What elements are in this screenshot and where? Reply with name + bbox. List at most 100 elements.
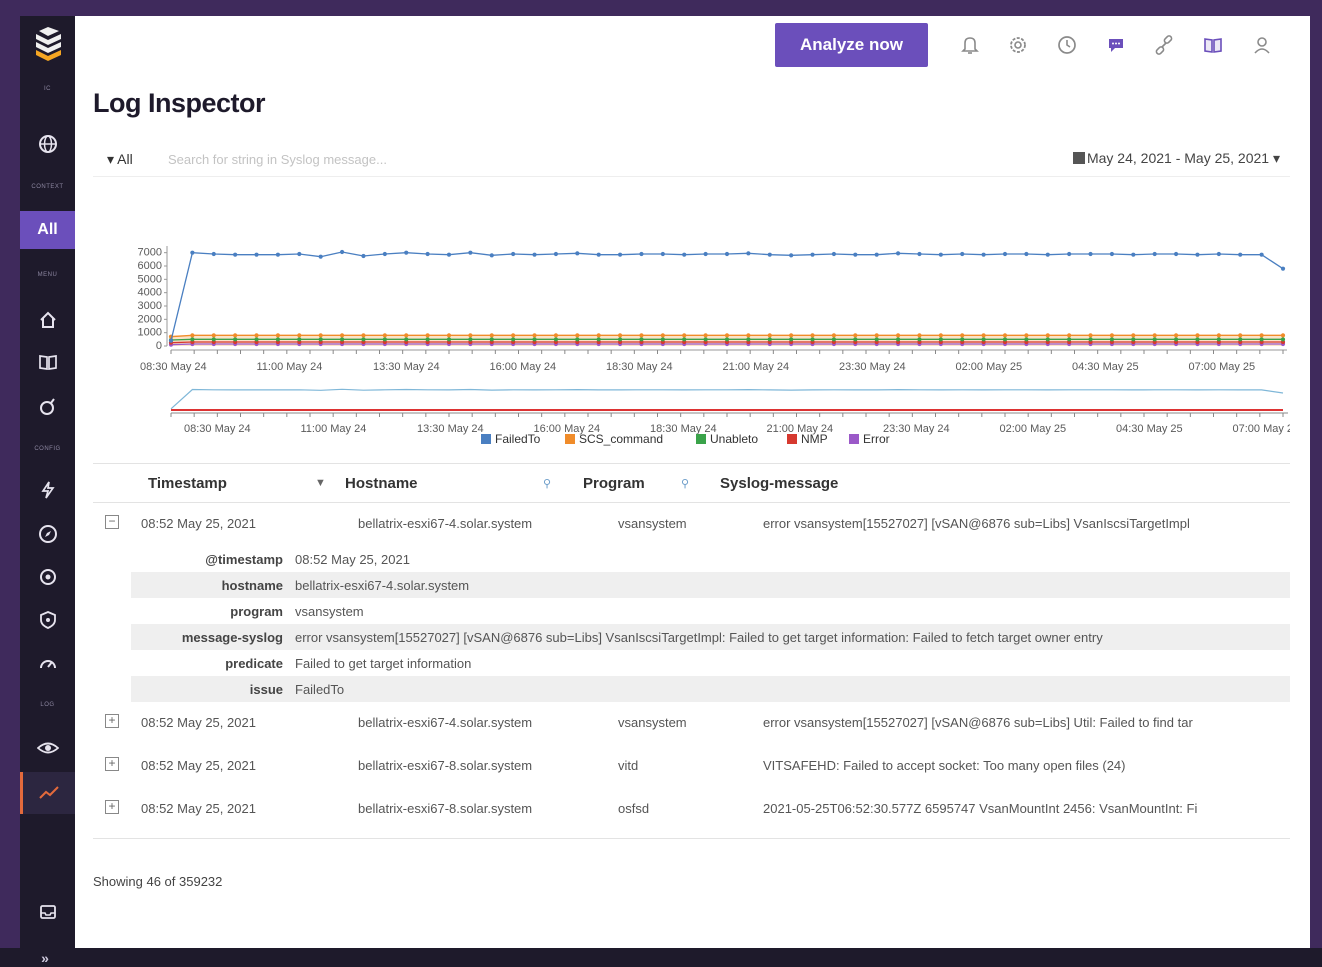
sidebar-item-inbox[interactable]: [20, 898, 75, 926]
link-icon[interactable]: [1153, 34, 1175, 56]
user-icon[interactable]: [1251, 34, 1273, 56]
data-point-SCS_command[interactable]: [917, 333, 922, 338]
data-point-Unableto[interactable]: [1216, 337, 1221, 342]
data-point-SCS_command[interactable]: [1152, 333, 1157, 338]
data-point-FailedTo[interactable]: [724, 251, 730, 257]
data-point-SCS_command[interactable]: [1002, 333, 1008, 338]
data-point-SCS_command[interactable]: [596, 333, 601, 338]
table-row[interactable]: + 08:52 May 25, 2021 bellatrix-esxi67-4.…: [93, 702, 1290, 745]
data-point-Unableto[interactable]: [511, 337, 516, 342]
book-icon[interactable]: [1202, 34, 1224, 56]
data-point-FailedTo[interactable]: [767, 252, 772, 257]
data-point-Unableto[interactable]: [1067, 337, 1072, 342]
data-point-Unableto[interactable]: [853, 337, 858, 342]
data-point-FailedTo[interactable]: [981, 252, 986, 257]
data-point-SCS_command[interactable]: [297, 333, 302, 338]
data-point-FailedTo[interactable]: [960, 251, 965, 257]
data-point-Unableto[interactable]: [617, 337, 623, 342]
data-point-SCS_command[interactable]: [489, 333, 494, 338]
data-point-Unableto[interactable]: [190, 337, 195, 342]
data-point-FailedTo[interactable]: [938, 252, 943, 257]
data-point-Unableto[interactable]: [446, 337, 452, 342]
data-point-Unableto[interactable]: [1152, 337, 1157, 342]
data-point-FailedTo[interactable]: [489, 253, 494, 258]
data-point-Unableto[interactable]: [468, 337, 473, 342]
data-point-Unableto[interactable]: [211, 337, 216, 342]
expand-icon[interactable]: +: [105, 800, 119, 814]
data-point-Unableto[interactable]: [1259, 337, 1264, 342]
data-point-FailedTo[interactable]: [660, 251, 665, 257]
data-point-FailedTo[interactable]: [404, 250, 409, 255]
data-point-Unableto[interactable]: [575, 337, 580, 342]
legend-label[interactable]: FailedTo: [495, 432, 541, 446]
data-point-Unableto[interactable]: [660, 337, 665, 342]
legend-label[interactable]: SCS_command: [579, 432, 663, 446]
data-point-FailedTo[interactable]: [895, 251, 901, 256]
data-point-Unableto[interactable]: [682, 337, 687, 342]
header-syslog-message[interactable]: Syslog-message: [720, 475, 838, 492]
data-point-SCS_command[interactable]: [853, 333, 858, 338]
data-point-Unableto[interactable]: [703, 337, 708, 342]
hostname-filter-icon[interactable]: ⚲: [543, 477, 551, 490]
settings-icon[interactable]: [1007, 34, 1029, 56]
data-point-Unableto[interactable]: [1173, 337, 1179, 342]
range-navigator[interactable]: 08:30 May 24 11:00 May 24 13:30 May 24 16:0…: [170, 388, 1290, 435]
data-point-FailedTo[interactable]: [575, 251, 580, 256]
legend-label[interactable]: Unableto: [710, 432, 758, 446]
data-point-SCS_command[interactable]: [1045, 333, 1050, 338]
data-point-Unableto[interactable]: [874, 337, 879, 342]
logo[interactable]: [20, 22, 75, 66]
data-point-SCS_command[interactable]: [1131, 333, 1136, 338]
data-point-SCS_command[interactable]: [575, 333, 580, 338]
data-point-SCS_command[interactable]: [831, 333, 837, 338]
sort-desc-icon[interactable]: ▼: [315, 477, 326, 489]
data-point-SCS_command[interactable]: [639, 333, 644, 338]
data-point-Unableto[interactable]: [489, 337, 494, 342]
expand-icon[interactable]: +: [105, 757, 119, 771]
data-point-FailedTo[interactable]: [1067, 251, 1072, 257]
data-point-FailedTo[interactable]: [789, 253, 794, 258]
data-point-SCS_command[interactable]: [1173, 333, 1179, 338]
search-input[interactable]: [168, 147, 728, 171]
table-row[interactable]: − 08:52 May 25, 2021 bellatrix-esxi67-4.…: [93, 503, 1290, 546]
scope-dropdown[interactable]: ▾ All: [107, 151, 133, 168]
data-point-FailedTo[interactable]: [617, 252, 623, 257]
data-point-Unableto[interactable]: [596, 337, 601, 342]
date-range-picker[interactable]: May 24, 2021 - May 25, 2021 ▾: [1072, 150, 1280, 167]
data-point-SCS_command[interactable]: [404, 333, 409, 338]
data-point-FailedTo[interactable]: [1109, 251, 1115, 257]
data-point-Unableto[interactable]: [1024, 337, 1029, 342]
data-point-FailedTo[interactable]: [874, 252, 879, 257]
data-point-Unableto[interactable]: [981, 337, 986, 342]
data-point-Unableto[interactable]: [746, 337, 751, 342]
legend-label[interactable]: Error: [863, 432, 890, 446]
table-row[interactable]: + 08:52 May 25, 2021 bellatrix-esxi67-8.…: [93, 788, 1290, 831]
data-point-SCS_command[interactable]: [617, 333, 623, 338]
chat-icon[interactable]: [1105, 34, 1127, 56]
data-point-FailedTo[interactable]: [1152, 251, 1157, 257]
data-point-Unableto[interactable]: [1045, 337, 1050, 342]
data-point-FailedTo[interactable]: [1195, 252, 1200, 257]
data-point-SCS_command[interactable]: [233, 333, 238, 338]
data-point-FailedTo[interactable]: [1088, 251, 1093, 257]
data-point-FailedTo[interactable]: [211, 251, 216, 257]
data-point-SCS_command[interactable]: [703, 333, 708, 338]
data-point-FailedTo[interactable]: [917, 251, 922, 257]
data-point-SCS_command[interactable]: [724, 333, 730, 338]
data-point-Unableto[interactable]: [1195, 337, 1200, 342]
data-point-Unableto[interactable]: [254, 337, 259, 342]
data-point-Unableto[interactable]: [382, 337, 387, 342]
data-point-SCS_command[interactable]: [511, 333, 516, 338]
data-point-Unableto[interactable]: [1109, 337, 1115, 342]
data-point-FailedTo[interactable]: [511, 251, 516, 257]
data-point-FailedTo[interactable]: [553, 251, 559, 257]
header-hostname[interactable]: Hostname: [345, 475, 418, 492]
data-point-FailedTo[interactable]: [190, 250, 195, 255]
data-point-SCS_command[interactable]: [895, 333, 901, 338]
data-point-SCS_command[interactable]: [1088, 333, 1093, 338]
data-point-FailedTo[interactable]: [1280, 266, 1286, 271]
data-point-Unableto[interactable]: [917, 337, 922, 342]
data-point-FailedTo[interactable]: [1259, 252, 1264, 257]
data-point-SCS_command[interactable]: [425, 333, 430, 338]
data-point-SCS_command[interactable]: [810, 333, 815, 338]
